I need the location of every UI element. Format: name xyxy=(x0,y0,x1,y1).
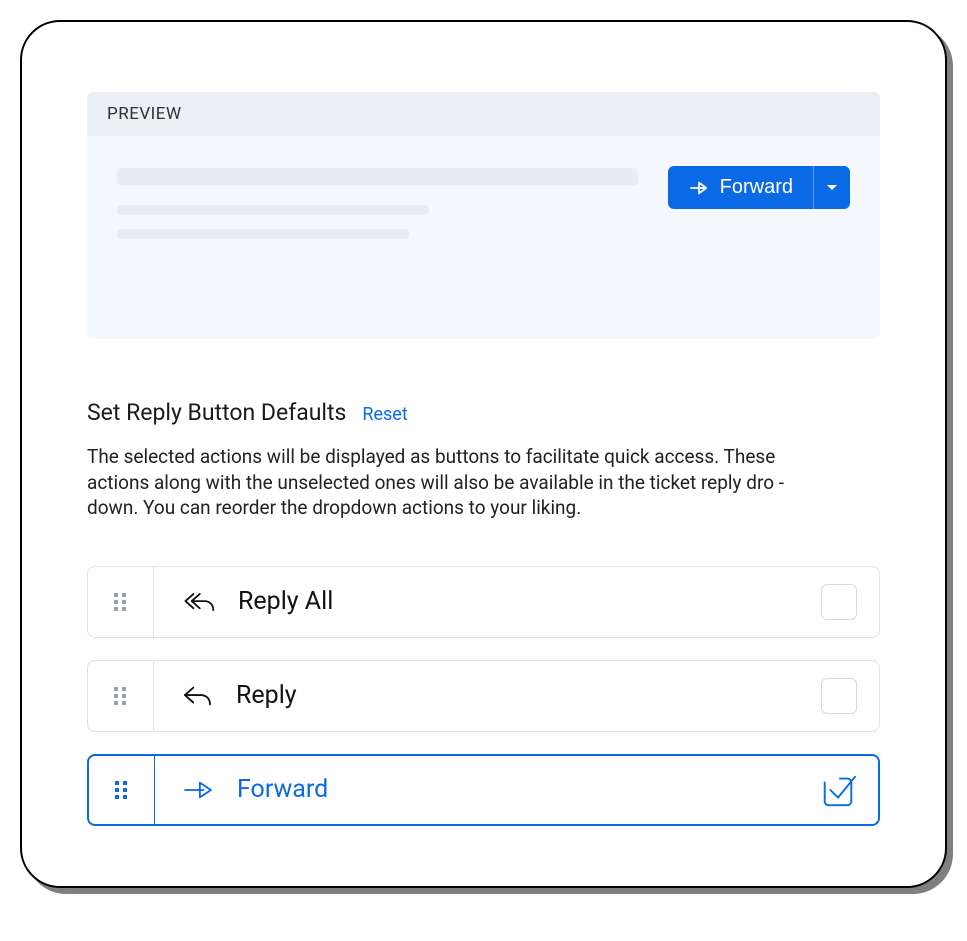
skeleton-line xyxy=(117,168,638,185)
preview-forward-button-group: Forward xyxy=(668,166,850,209)
caret-down-icon xyxy=(826,184,838,192)
preview-body: Forward xyxy=(87,136,880,339)
drag-handle-icon xyxy=(113,592,129,612)
action-checkbox-checked[interactable] xyxy=(819,771,857,809)
action-content: Forward xyxy=(155,756,798,824)
action-label: Forward xyxy=(237,775,328,804)
action-checkbox-cell xyxy=(799,661,879,731)
preview-header-label: PREVIEW xyxy=(87,92,880,136)
drag-handle-icon xyxy=(113,686,129,706)
forward-icon xyxy=(688,179,710,197)
action-label: Reply All xyxy=(238,587,333,616)
action-checkbox-cell xyxy=(799,567,879,637)
action-row-forward[interactable]: Forward xyxy=(87,754,880,826)
action-content: Reply All xyxy=(154,567,799,637)
action-checkbox-cell xyxy=(798,756,878,824)
skeleton-line xyxy=(117,229,409,239)
preview-forward-dropdown-toggle[interactable] xyxy=(813,166,850,209)
action-row-reply[interactable]: Reply xyxy=(87,660,880,732)
forward-icon xyxy=(181,778,215,802)
drag-handle[interactable] xyxy=(88,567,154,637)
action-checkbox[interactable] xyxy=(821,678,857,714)
action-checkbox[interactable] xyxy=(821,584,857,620)
section-header: Set Reply Button Defaults Reset xyxy=(87,399,880,426)
action-content: Reply xyxy=(154,661,799,731)
action-list: Reply All xyxy=(87,566,880,826)
preview-box: PREVIEW Forward xyxy=(87,92,880,339)
drag-handle[interactable] xyxy=(89,756,155,824)
drag-handle-icon xyxy=(114,780,130,800)
preview-skeleton xyxy=(117,166,638,259)
settings-card: PREVIEW Forward xyxy=(20,20,947,888)
skeleton-line xyxy=(117,205,429,215)
action-row-reply-all[interactable]: Reply All xyxy=(87,566,880,638)
reply-all-icon xyxy=(180,589,216,615)
preview-forward-button[interactable]: Forward xyxy=(668,166,813,209)
action-label: Reply xyxy=(236,681,297,710)
section-title: Set Reply Button Defaults xyxy=(87,399,346,426)
preview-forward-button-label: Forward xyxy=(720,176,793,199)
section-description: The selected actions will be displayed a… xyxy=(87,444,827,521)
reply-icon xyxy=(180,683,214,709)
drag-handle[interactable] xyxy=(88,661,154,731)
reset-link[interactable]: Reset xyxy=(362,404,407,425)
